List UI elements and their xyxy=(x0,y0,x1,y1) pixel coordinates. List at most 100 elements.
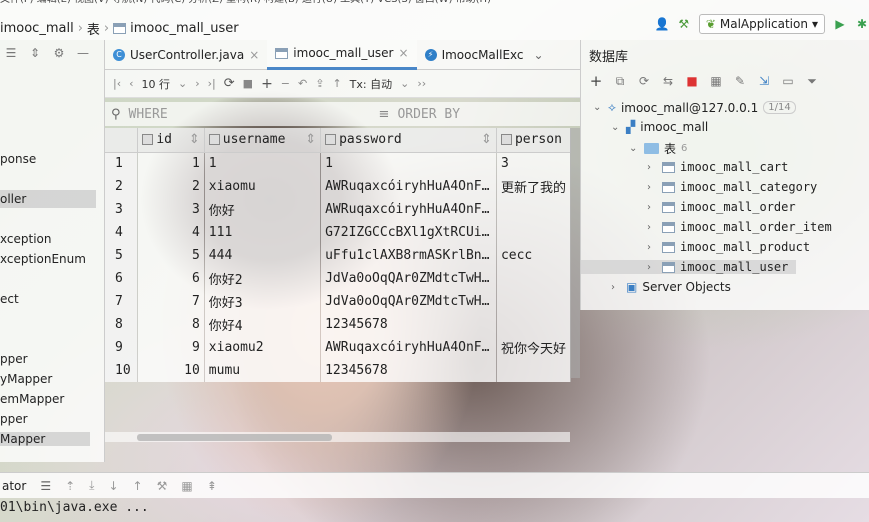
cell-id[interactable]: 9 xyxy=(137,336,205,359)
where-input[interactable]: WHERE xyxy=(129,107,379,122)
table-row[interactable]: 4 4 111 G72IZGCCcBXl1gXtRCUi… xyxy=(105,221,572,244)
cell-password[interactable]: JdVa0oOqQAr0ZMdtcTwH… xyxy=(320,290,497,313)
first-page-icon[interactable]: |‹ xyxy=(113,77,121,90)
cell-username[interactable]: 你好3 xyxy=(204,290,322,313)
order-by-input[interactable]: ORDER BY xyxy=(397,107,460,122)
cell-person[interactable] xyxy=(496,198,572,221)
project-tree-item[interactable]: emMapper xyxy=(0,392,64,406)
chevron-down-icon[interactable]: ⌄ xyxy=(400,77,409,90)
cell-password[interactable]: 12345678 xyxy=(320,359,497,382)
table-row[interactable]: 3 3 你好 AWRuqaxcóiryhHuA4OnF… xyxy=(105,198,572,221)
submit-icon[interactable]: ⇪ xyxy=(315,77,324,90)
cell-password[interactable]: JdVa0oOqQAr0ZMdtcTwH… xyxy=(320,267,497,290)
layout-icon[interactable]: ▦ xyxy=(181,479,192,493)
cell-person[interactable]: 祝你今天好 xyxy=(496,336,572,359)
add-icon[interactable]: + xyxy=(589,74,603,89)
cell-id[interactable]: 7 xyxy=(137,290,205,313)
sync-schema-icon[interactable]: ⇆ xyxy=(661,74,675,88)
tree-connection[interactable]: ⌄ ⟡ imooc_mall@127.0.0.1 1/14 xyxy=(593,100,796,115)
cell-person[interactable]: 3 xyxy=(496,152,572,175)
chevron-down-icon[interactable]: ⌄ xyxy=(178,77,187,90)
cell-id[interactable]: 2 xyxy=(137,175,205,198)
vertical-scrollbar[interactable] xyxy=(570,128,580,378)
refresh-icon[interactable]: ⟳ xyxy=(224,76,235,91)
cell-username[interactable]: xiaomu2 xyxy=(204,336,322,359)
cell-person[interactable] xyxy=(496,359,572,382)
project-tree-item[interactable]: xceptionEnum xyxy=(0,252,86,266)
revert-icon[interactable]: ↶ xyxy=(298,77,307,90)
project-tree-item[interactable]: pper xyxy=(0,352,28,366)
table-view-icon[interactable]: ▦ xyxy=(709,74,723,88)
gear-icon[interactable]: ⚙ xyxy=(52,46,66,60)
tree-server-objects[interactable]: › ▣ Server Objects xyxy=(611,280,731,294)
last-page-icon[interactable]: ›| xyxy=(208,77,216,90)
tree-table-item[interactable]: › imooc_mall_order xyxy=(647,200,796,214)
breadcrumb-table[interactable]: imooc_mall_user xyxy=(130,21,239,36)
tree-schema[interactable]: ⌄ ▞ imooc_mall xyxy=(611,120,708,134)
copy-icon[interactable]: ⧉ xyxy=(613,74,627,88)
cell-person[interactable] xyxy=(496,221,572,244)
horizontal-scroll-thumb[interactable] xyxy=(137,434,332,441)
cell-id[interactable]: 4 xyxy=(137,221,205,244)
cell-id[interactable]: 5 xyxy=(137,244,205,267)
tabs-overflow-icon[interactable]: ⌄ xyxy=(534,48,544,62)
cell-username[interactable]: 你好2 xyxy=(204,267,322,290)
cell-id[interactable]: 10 xyxy=(137,359,205,382)
cell-password[interactable]: uFfu1clAXB8rmASKrlBn… xyxy=(320,244,497,267)
cell-username[interactable]: 1 xyxy=(204,152,322,175)
tx-mode-selector[interactable]: Tx: 自动 xyxy=(350,76,392,92)
cell-id[interactable]: 8 xyxy=(137,313,205,336)
table-row[interactable]: 11113 xyxy=(105,152,572,175)
table-row[interactable]: 6 6 你好2 JdVa0oOqQAr0ZMdtcTwH… xyxy=(105,267,572,290)
arrow-down-icon[interactable]: ↓ xyxy=(108,479,118,493)
tree-table-item[interactable]: › imooc_mall_product xyxy=(647,240,810,254)
tree-table-item[interactable]: › imooc_mall_category xyxy=(647,180,817,194)
cell-username[interactable]: xiaomu xyxy=(204,175,322,198)
run-config-selector[interactable]: ❦ MalApplication ▾ xyxy=(698,14,825,34)
tab-user-controller[interactable]: C UserController.java × xyxy=(105,40,267,70)
menu-icon[interactable]: ☰ xyxy=(40,479,51,493)
project-tree-item[interactable]: ponse xyxy=(0,152,36,166)
delete-row-icon[interactable]: − xyxy=(281,77,290,90)
pin-icon[interactable]: ⇞ xyxy=(207,479,217,493)
stop-icon[interactable]: ■ xyxy=(685,74,699,88)
cell-username[interactable]: 你好4 xyxy=(204,313,322,336)
edit-icon[interactable]: ✎ xyxy=(733,74,747,88)
hammer-icon[interactable]: ⚒ xyxy=(677,17,691,31)
tree-table-item[interactable]: › imooc_mall_order_item xyxy=(647,220,832,234)
cell-person[interactable]: cecc xyxy=(496,244,572,267)
column-header-password[interactable]: password ⇕ xyxy=(320,128,497,153)
project-tree-item[interactable]: ect xyxy=(0,292,19,306)
cell-password[interactable]: 1 xyxy=(320,152,497,175)
arrow-up-icon[interactable]: ↑ xyxy=(133,479,143,493)
cell-username[interactable]: mumu xyxy=(204,359,322,382)
cell-person[interactable] xyxy=(496,313,572,336)
jump-icon[interactable]: ⇲ xyxy=(757,74,771,88)
table-row[interactable]: 2 2 xiaomu AWRuqaxcóiryhHuA4OnF… 更新了我的 xyxy=(105,175,572,198)
project-tree-item[interactable]: xception xyxy=(0,232,51,246)
project-tree-item[interactable]: yMapper xyxy=(0,372,52,386)
column-header-username[interactable]: username ⇕ xyxy=(204,128,322,153)
expand-all-icon[interactable]: ☰ xyxy=(4,46,18,60)
table-row[interactable]: 5 5 444 uFfu1clAXB8rmASKrlBn… cecc xyxy=(105,244,572,267)
column-header-id[interactable]: id ⇕ xyxy=(137,128,205,153)
cell-username[interactable]: 444 xyxy=(204,244,322,267)
add-row-icon[interactable]: + xyxy=(261,76,273,92)
filter-icon[interactable]: ⏷ xyxy=(805,74,819,88)
cell-person[interactable]: 更新了我的 xyxy=(496,175,572,198)
tab-imooc-mall-exception[interactable]: ⚡ ImoocMallExc xyxy=(417,40,532,70)
table-row[interactable]: 8 8 你好4 12345678 xyxy=(105,313,572,336)
cell-password[interactable]: AWRuqaxcóiryhHuA4OnF… xyxy=(320,336,497,359)
table-row[interactable]: 10 10 mumu 12345678 xyxy=(105,359,572,382)
console-icon[interactable]: ▭ xyxy=(781,74,795,88)
tree-tables-folder[interactable]: ⌄ 表 6 xyxy=(629,140,687,157)
user-icon[interactable]: 👤 xyxy=(655,17,670,31)
tools-icon[interactable]: ⚒ xyxy=(157,479,168,493)
tree-table-item[interactable]: › imooc_mall_user xyxy=(581,260,796,274)
collapse-all-icon[interactable]: ⇕ xyxy=(28,46,42,60)
cell-username[interactable]: 你好 xyxy=(204,198,322,221)
download-icon[interactable]: ⤓ xyxy=(89,478,94,493)
table-row[interactable]: 9 9 xiaomu2 AWRuqaxcóiryhHuA4OnF… 祝你今天好 xyxy=(105,336,572,359)
tab-imooc-mall-user[interactable]: imooc_mall_user × xyxy=(267,39,417,70)
tree-table-item[interactable]: › imooc_mall_cart xyxy=(647,160,788,174)
